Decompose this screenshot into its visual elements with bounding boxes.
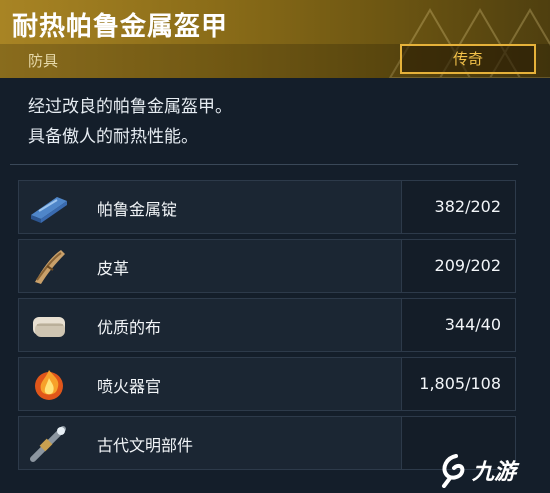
item-detail-panel: 耐热帕鲁金属盔甲 防具 传奇 经过改良的帕鲁金属盔甲。 具备傲人的耐热性能。 帕… bbox=[0, 0, 550, 493]
material-name: 喷火器官 bbox=[97, 377, 162, 396]
flame-organ-icon bbox=[27, 362, 71, 406]
watermark-icon bbox=[442, 454, 465, 488]
description-line-2: 具备傲人的耐热性能。 bbox=[28, 127, 198, 147]
cloth-icon bbox=[27, 303, 71, 347]
material-quantity: 382/202 bbox=[401, 181, 515, 233]
item-title: 耐热帕鲁金属盔甲 bbox=[12, 12, 229, 42]
watermark-text: 九游 bbox=[472, 460, 517, 485]
material-name: 帕鲁金属锭 bbox=[97, 200, 178, 219]
material-row[interactable]: 喷火器官 1,805/108 bbox=[18, 357, 516, 411]
ancient-part-icon bbox=[27, 421, 71, 465]
item-category: 防具 bbox=[28, 52, 59, 70]
metal-ingot-icon bbox=[27, 185, 71, 229]
item-description: 经过改良的帕鲁金属盔甲。 具备傲人的耐热性能。 bbox=[28, 92, 232, 152]
material-quantity: 1,805/108 bbox=[401, 358, 515, 410]
divider bbox=[10, 164, 518, 165]
material-name: 皮革 bbox=[97, 259, 130, 278]
material-quantity: 209/202 bbox=[401, 240, 515, 292]
material-name: 优质的布 bbox=[97, 318, 162, 337]
leather-icon bbox=[27, 244, 71, 288]
material-row[interactable]: 皮革 209/202 bbox=[18, 239, 516, 293]
rarity-badge: 传奇 bbox=[400, 44, 536, 74]
material-row[interactable]: 帕鲁金属锭 382/202 bbox=[18, 180, 516, 234]
item-header: 耐热帕鲁金属盔甲 防具 传奇 bbox=[0, 0, 550, 78]
material-row[interactable]: 优质的布 344/40 bbox=[18, 298, 516, 352]
watermark-logo: 九游 bbox=[436, 448, 548, 490]
description-line-1: 经过改良的帕鲁金属盔甲。 bbox=[28, 97, 232, 117]
material-quantity: 344/40 bbox=[401, 299, 515, 351]
material-name: 古代文明部件 bbox=[97, 436, 194, 455]
